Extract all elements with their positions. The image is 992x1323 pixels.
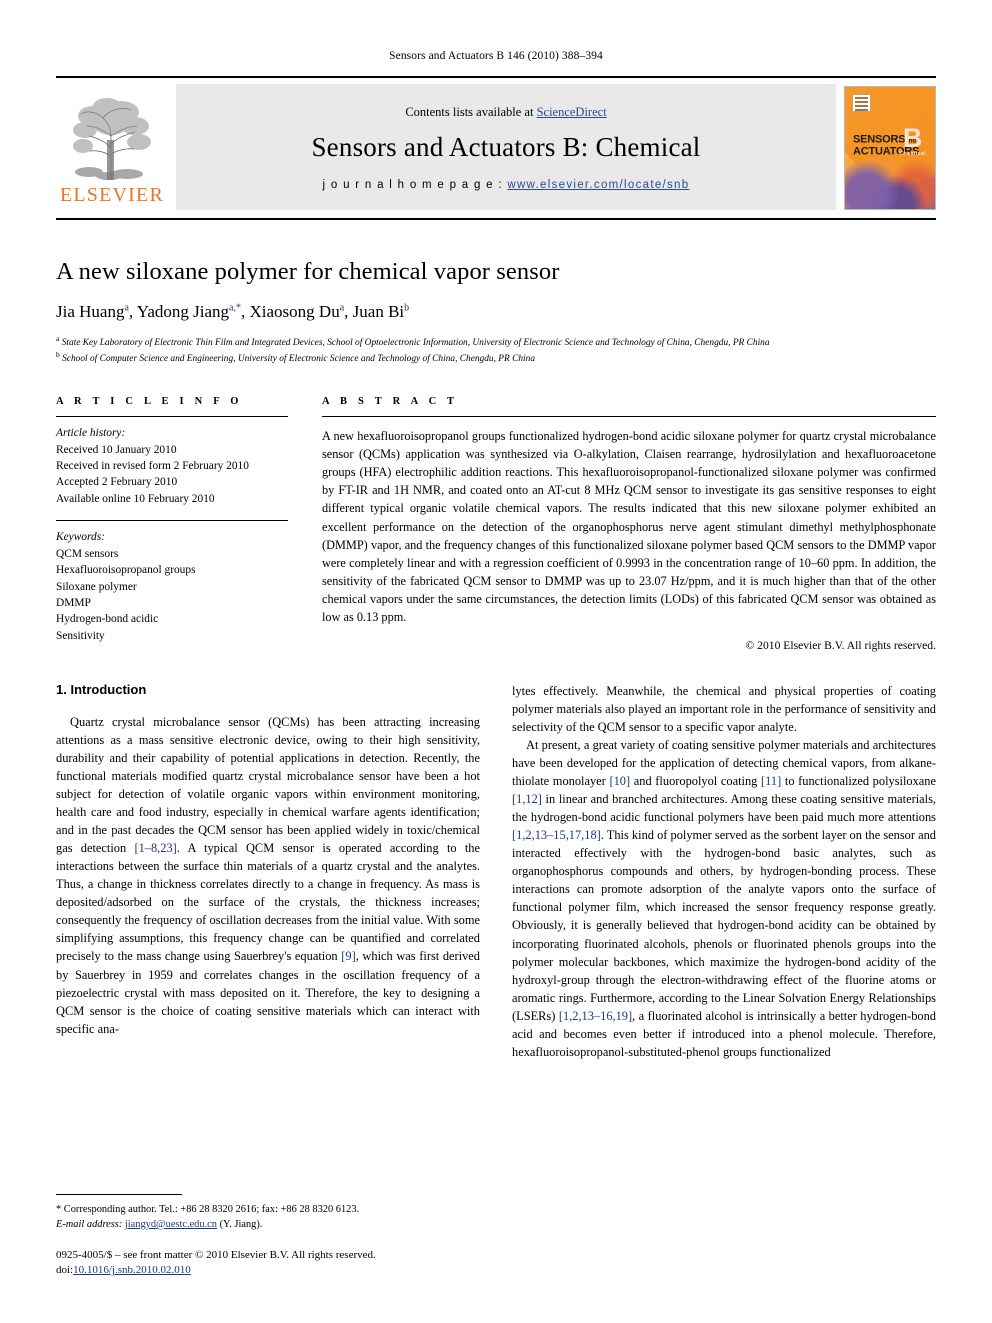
sciencedirect-link[interactable]: ScienceDirect [537,105,607,119]
journal-homepage-link[interactable]: www.elsevier.com/locate/snb [507,179,689,191]
doi-line: doi:10.1016/j.snb.2010.02.010 [56,1263,480,1279]
journal-masthead: ELSEVIER Contents lists available at Sci… [56,76,936,220]
journal-cover-thumbnail: SENSORSand ACTUATORS B Chemical [844,86,936,210]
cover-line1: SENSORS [853,133,906,146]
paper-page: Sensors and Actuators B 146 (2010) 388–3… [0,0,992,1323]
running-head: Sensors and Actuators B 146 (2010) 388–3… [389,50,603,62]
body-column-right: lytes effectively. Meanwhile, the chemic… [512,682,936,1061]
journal-band: Contents lists available at ScienceDirec… [176,84,836,210]
para-seg: and fluoropolyol coating [630,774,762,789]
email-note: E-mail address: jiangyd@uestc.edu.cn (Y.… [56,1217,480,1232]
doi-label: doi: [56,1264,74,1277]
corresponding-author-note: * Corresponding author. Tel.: +86 28 832… [56,1203,360,1215]
keyword-item: Hydrogen-bond acidic [56,613,159,626]
affiliation-b-text: School of Computer Science and Engineeri… [62,354,536,365]
elsevier-wordmark: ELSEVIER [59,183,165,206]
para-seg: to functionalized polysiloxane [781,774,937,789]
citation-ref[interactable]: [9] [341,949,355,963]
para-seg: . A typical QCM sensor is operated accor… [56,841,480,964]
affiliation-a-text: State Key Laboratory of Electronic Thin … [61,338,770,349]
keyword-item: QCM sensors [56,547,119,560]
paragraph: At present, a great variety of coating s… [512,736,936,1061]
cover-letter-subtitle: Chemical [899,150,926,157]
para-seg: . This kind of polymer served as the sor… [512,828,936,1023]
abstract-heading: A B S T R A C T [322,396,459,408]
section-heading-introduction: 1. Introduction [56,681,147,697]
body-text-right: lytes effectively. Meanwhile, the chemic… [512,682,936,1061]
issn-copyright-block: 0925-4005/$ – see front matter © 2010 El… [56,1248,480,1279]
info-abstract-row: A R T I C L E I N F O Article history: R… [56,396,936,652]
email-label: E-mail address: [56,1218,123,1230]
citation-ref[interactable]: [10] [609,774,630,788]
article-history-title: Article history: [56,427,126,440]
keyword-item: DMMP [56,596,91,609]
paragraph: Quartz crystal microbalance sensor (QCMs… [56,713,480,1038]
elsevier-tree-icon [73,97,151,180]
homepage-label: j o u r n a l h o m e p a g e : [322,179,508,191]
abstract-column: A B S T R A C T A new hexafluoroisopropa… [322,396,936,652]
elsevier-logo: ELSEVIER [56,78,168,218]
footnote-area: * Corresponding author. Tel.: +86 28 832… [56,1193,480,1279]
history-item: Received in revised form 2 February 2010 [56,460,249,473]
keywords-title: Keywords: [56,531,105,544]
keyword-item: Siloxane polymer [56,580,137,593]
cover-publisher-mark-icon [852,94,871,112]
abstract-body: A new hexafluoroisopropanol groups funct… [322,417,936,626]
affiliation-b: b School of Computer Science and Enginee… [56,350,536,365]
article-info-column: A R T I C L E I N F O Article history: R… [56,396,288,652]
keyword-item: Sensitivity [56,629,105,642]
cover-letter: B [902,122,923,153]
article-info-heading: A R T I C L E I N F O [56,396,243,408]
journal-homepage-line: j o u r n a l h o m e p a g e : www.else… [323,179,690,191]
email-suffix: (Y. Jiang). [216,1218,263,1230]
copyright-line: © 2010 Elsevier B.V. All rights reserved… [745,638,936,652]
contents-available-line: Contents lists available at ScienceDirec… [405,105,606,120]
citation-ref[interactable]: [1,2,13–16,19] [559,1009,632,1023]
history-item: Accepted 2 February 2010 [56,476,178,489]
title-block: A new siloxane polymer for chemical vapo… [56,258,936,366]
citation-ref[interactable]: [1,12] [512,792,542,806]
paragraph: lytes effectively. Meanwhile, the chemic… [512,683,936,734]
cover-letter-b: B Chemical [899,124,926,157]
keyword-item: Hexafluoroisopropanol groups [56,564,196,577]
body-column-left: 1. Introduction Quartz crystal microbala… [56,682,480,1061]
journal-title: Sensors and Actuators B: Chemical [311,132,701,162]
doi-link[interactable]: 10.1016/j.snb.2010.02.010 [73,1264,191,1276]
abstract-text: A new hexafluoroisopropanol groups funct… [322,429,936,624]
author-list: Jia Huanga, Yadong Jianga,*, Xiaosong Du… [56,302,410,321]
citation-ref[interactable]: [11] [761,774,781,788]
body-text-left: Quartz crystal microbalance sensor (QCMs… [56,713,480,1038]
contents-prefix: Contents lists available at [405,105,537,119]
body-columns: 1. Introduction Quartz crystal microbala… [56,682,936,1061]
keywords-block: Keywords: QCM sensors Hexafluoroisopropa… [56,520,288,644]
citation-ref[interactable]: [1–8,23] [134,841,176,855]
footnote-rule [56,1193,182,1195]
citation-ref[interactable]: [1,2,13–15,17,18] [512,828,601,842]
article-history-block: Article history: Received 10 January 201… [56,417,288,507]
para-seg: in linear and branched architectures. Am… [512,792,936,825]
cover-gradient-decoration [845,152,935,209]
page-title: A new siloxane polymer for chemical vapo… [56,258,560,285]
affiliation-a: a State Key Laboratory of Electronic Thi… [56,334,770,349]
issn-line: 0925-4005/$ – see front matter © 2010 El… [56,1248,376,1261]
history-item: Available online 10 February 2010 [56,492,215,505]
email-link[interactable]: jiangyd@uestc.edu.cn [125,1219,217,1230]
para-seg: Quartz crystal microbalance sensor (QCMs… [56,714,480,856]
history-item: Received 10 January 2010 [56,443,177,456]
